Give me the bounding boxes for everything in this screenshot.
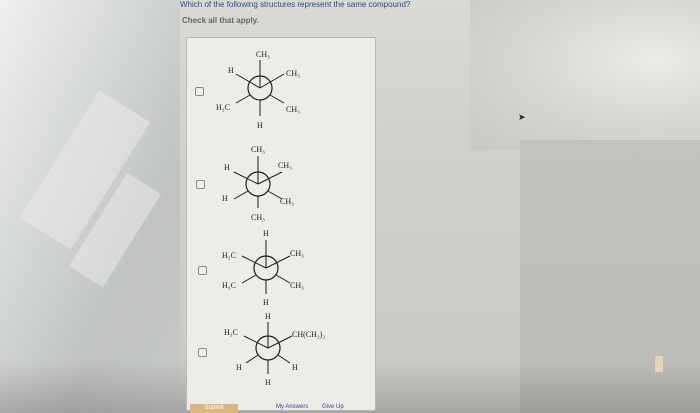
question-text: Which of the following structures repres… <box>180 0 411 9</box>
group-label: H₃C <box>216 103 230 112</box>
group-label: H <box>292 363 298 372</box>
submit-button[interactable]: Submit <box>190 404 238 413</box>
group-label: CH₃ <box>290 249 304 258</box>
group-label: CH₃ <box>278 161 292 170</box>
group-label: H₃C <box>224 328 238 337</box>
option-1-checkbox[interactable] <box>195 87 204 96</box>
group-label: H <box>228 66 234 75</box>
option-3-checkbox[interactable] <box>198 266 207 275</box>
group-label: H <box>263 298 269 307</box>
option-2-newman-projection: CH₃ H CH₃ H CH₃ CH₃ <box>218 142 328 237</box>
group-label: H <box>222 194 228 203</box>
group-label: H <box>265 312 271 321</box>
group-label: H <box>224 163 230 172</box>
group-label: CH₃ <box>251 213 265 222</box>
group-label: H₃C <box>222 281 236 290</box>
group-label: H <box>257 121 263 130</box>
group-label: CH₃ <box>286 69 300 78</box>
group-label: CH₃ <box>290 281 304 290</box>
mouse-pointer-icon: ➤ <box>518 112 526 122</box>
option-3-newman-projection: H H₃C CH₃ H₃C CH₃ H <box>222 228 332 323</box>
background-ceiling-light <box>470 0 700 150</box>
group-label: H <box>265 378 271 387</box>
group-label: CH₃ <box>251 145 265 154</box>
option-4-newman-projection: H H₃C CH(CH₃)₂ H H H <box>222 310 352 405</box>
group-label: H <box>263 229 269 238</box>
group-label: CH₃ <box>286 105 300 114</box>
group-label: CH₃ <box>280 197 294 206</box>
give-up-link[interactable]: Give Up <box>322 404 344 410</box>
option-4-checkbox[interactable] <box>198 348 207 357</box>
option-2-checkbox[interactable] <box>196 180 205 189</box>
instruction-text: Check all that apply. <box>182 16 259 25</box>
group-label: H <box>236 363 242 372</box>
my-answers-link[interactable]: My Answers <box>276 404 308 410</box>
group-label: H₃C <box>222 251 236 260</box>
option-1-newman-projection: CH₃ H CH₃ H₃C CH₃ H <box>216 46 330 141</box>
binder-clip-icon <box>655 356 663 372</box>
group-label: CH(CH₃)₂ <box>292 330 325 339</box>
group-label: CH₃ <box>256 50 270 59</box>
